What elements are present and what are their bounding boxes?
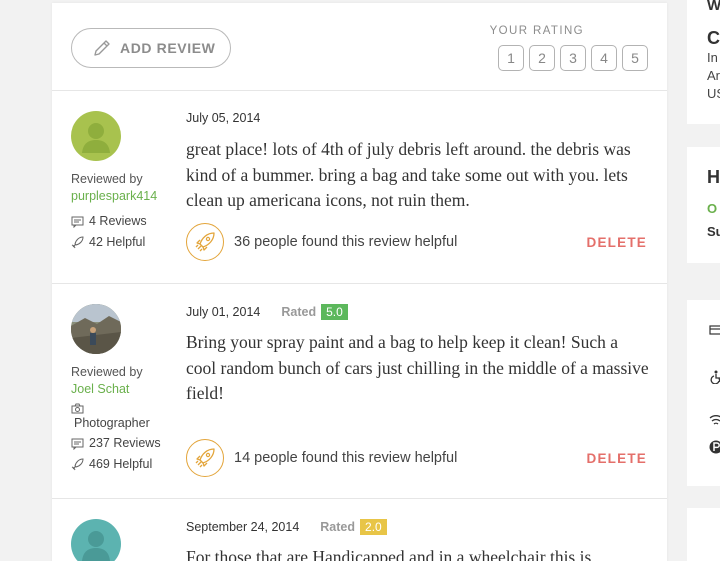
avatar[interactable] [71,304,121,354]
mark-helpful-button[interactable] [186,223,224,261]
rated-label: Rated [320,520,356,534]
sidebar-card-info: W C In Ar US [687,0,720,124]
sidebar-hours-day: Su [707,224,720,239]
delete-button[interactable]: DELETE [587,235,647,250]
pencil-icon [94,40,110,56]
review-meta: September 24, 2014 Rated 2.0 [186,519,387,535]
review-date: July 05, 2014 [186,111,261,125]
rating-option-5[interactable]: 5 [622,45,648,71]
sidebar-title: C [707,28,720,48]
rating-selector: 1 2 3 4 5 [498,45,648,71]
helpful-count: 469 Helpful [71,454,161,475]
reviews-count: 237 Reviews [71,433,161,454]
camera-icon [71,403,84,414]
helpful-row: 14 people found this review helpful DELE… [186,439,647,477]
sidebar-open-status: O [707,201,718,216]
badge-text: Photographer [74,416,150,430]
reviewer-info: Reviewed by Joel Schat Photographer 237 … [71,364,161,475]
rated-label: Rated [281,305,317,319]
review-item: Reviewed by purplespark414 4 Reviews 42 … [52,91,667,284]
comment-icon [71,438,84,450]
add-review-label: ADD REVIEW [120,40,216,56]
sidebar-card-hours: H O Su [687,147,720,263]
avatar[interactable] [71,111,121,161]
mark-helpful-button[interactable] [186,439,224,477]
review-item: September 24, 2014 Rated 2.0 For those t… [52,499,667,561]
sidebar-heading: W [707,0,720,14]
sidebar-line: US [707,86,720,101]
reviewer-info: Reviewed by purplespark414 4 Reviews 42 … [71,171,157,253]
reviews-count-text: 4 Reviews [89,214,147,228]
rocket-icon [71,458,84,471]
review-rating: Rated 2.0 [320,519,387,535]
card-icon [709,325,720,335]
rating-option-3[interactable]: 3 [560,45,586,71]
comment-icon [71,216,84,228]
parking-icon [709,440,720,454]
helpful-row: 36 people found this review helpful DELE… [186,223,647,261]
accessible-icon [710,370,720,384]
reviews-count-text: 237 Reviews [89,436,161,450]
review-date: September 24, 2014 [186,520,300,534]
sidebar-hours-title: H [707,167,720,187]
rocket-icon [71,236,84,249]
reviews-count: 4 Reviews [71,211,157,232]
rating-badge: 5.0 [321,304,348,320]
sidebar-line: Ar [707,68,720,83]
rocket-icon [195,448,215,468]
your-rating-label: YOUR RATING [489,25,584,37]
reviews-panel: ADD REVIEW YOUR RATING 1 2 3 4 5 Reviewe… [52,3,667,561]
avatar[interactable] [71,519,121,561]
review-text: Bring your spray paint and a bag to help… [186,332,649,403]
review-meta: July 01, 2014 Rated 5.0 [186,304,348,320]
review-text: For those that are Handicapped and in a … [186,547,592,561]
reviewed-by-label: Reviewed by [71,365,143,379]
wifi-icon [709,415,720,425]
helpful-text: 14 people found this review helpful [234,450,458,466]
sidebar-card-amenities [687,300,720,486]
sidebar-line: In [707,50,718,65]
helpful-count-text: 42 Helpful [89,235,146,249]
rating-option-2[interactable]: 2 [529,45,555,71]
reviewer-name[interactable]: purplespark414 [71,188,157,205]
review-rating: Rated 5.0 [281,304,348,320]
helpful-count-text: 469 Helpful [89,457,153,471]
delete-button[interactable]: DELETE [587,451,647,466]
helpful-count: 42 Helpful [71,232,157,253]
review-date: July 01, 2014 [186,305,261,319]
review-item: Reviewed by Joel Schat Photographer 237 … [52,284,667,499]
helpful-text: 36 people found this review helpful [234,234,458,250]
add-review-button[interactable]: ADD REVIEW [71,28,231,68]
rocket-icon [195,232,215,252]
review-meta: July 05, 2014 [186,111,260,125]
review-text: great place! lots of 4th of july debris … [186,139,631,210]
rating-option-4[interactable]: 4 [591,45,617,71]
reviews-header: ADD REVIEW YOUR RATING 1 2 3 4 5 [52,3,667,91]
photographer-badge: Photographer [71,403,161,433]
sidebar-card [687,508,720,561]
rating-option-1[interactable]: 1 [498,45,524,71]
rating-badge: 2.0 [360,519,387,535]
reviewed-by-label: Reviewed by [71,172,143,186]
reviewer-name[interactable]: Joel Schat [71,381,161,398]
